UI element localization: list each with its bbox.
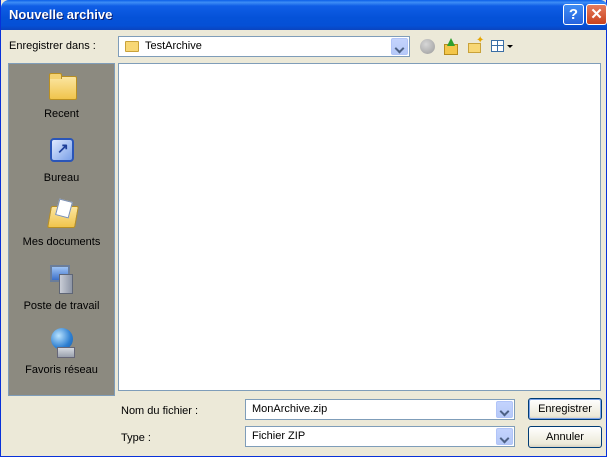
place-my-computer[interactable]: Poste de travail [9, 258, 114, 320]
desktop-icon [47, 134, 77, 166]
my-computer-icon [47, 262, 77, 294]
place-label: Recent [44, 108, 79, 120]
chevron-down-icon[interactable] [496, 428, 513, 445]
type-label: Type : [121, 432, 151, 444]
title-bar[interactable]: Nouvelle archive ? ✕ [1, 0, 607, 30]
filename-field[interactable]: MonArchive.zip [245, 399, 515, 420]
views-menu-icon[interactable] [491, 38, 515, 55]
filename-label: Nom du fichier : [121, 405, 199, 417]
save-in-label: Enregistrer dans : [9, 40, 96, 52]
save-button[interactable]: Enregistrer [528, 398, 602, 420]
place-recent[interactable]: Recent [9, 66, 114, 128]
folder-icon [125, 41, 139, 52]
up-folder-icon[interactable] [442, 38, 458, 55]
place-desktop[interactable]: Bureau [9, 130, 114, 192]
filename-value[interactable]: MonArchive.zip [252, 403, 327, 415]
file-list[interactable] [118, 63, 601, 391]
chevron-down-icon[interactable] [391, 38, 408, 55]
save-in-value: TestArchive [145, 40, 202, 52]
back-icon[interactable] [420, 39, 435, 54]
window-title: Nouvelle archive [9, 7, 113, 22]
recent-folder-icon [47, 70, 77, 102]
network-places-icon [47, 326, 77, 358]
place-label: Favoris réseau [25, 364, 98, 376]
close-button[interactable]: ✕ [586, 4, 607, 25]
place-my-documents[interactable]: Mes documents [9, 194, 114, 256]
chevron-down-icon[interactable] [496, 401, 513, 418]
my-documents-icon [47, 198, 77, 230]
filetype-value: Fichier ZIP [252, 430, 306, 442]
save-in-dropdown[interactable]: TestArchive [118, 36, 410, 57]
filetype-dropdown[interactable]: Fichier ZIP [245, 426, 515, 447]
save-dialog: Nouvelle archive ? ✕ Enregistrer dans : … [0, 0, 607, 457]
cancel-button[interactable]: Annuler [528, 426, 602, 448]
place-network[interactable]: Favoris réseau [9, 322, 114, 384]
place-label: Poste de travail [23, 300, 100, 312]
places-bar: Recent Bureau Mes documents Poste de tra… [8, 63, 115, 396]
new-folder-icon[interactable] [467, 35, 484, 55]
place-label: Mes documents [22, 236, 101, 248]
place-label: Bureau [43, 172, 80, 184]
help-button[interactable]: ? [563, 4, 584, 25]
